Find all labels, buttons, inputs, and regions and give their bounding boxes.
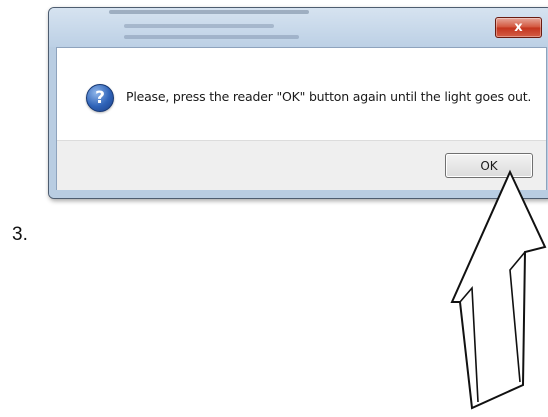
arrow-body	[450, 169, 547, 410]
arrow-up-icon	[450, 169, 547, 410]
